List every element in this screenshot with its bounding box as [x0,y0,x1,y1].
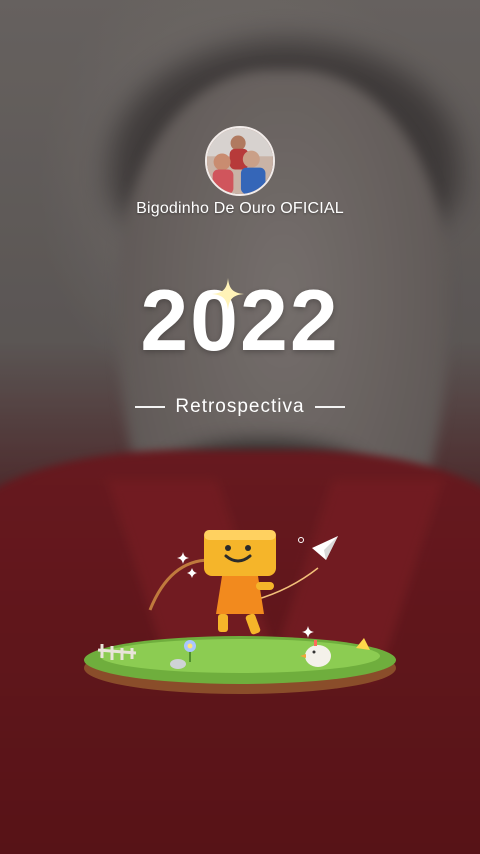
paper-plane-icon [312,536,338,560]
avatar[interactable] [205,126,275,196]
rainbow-icon [148,558,211,611]
avatar-photo [207,128,273,194]
profile-username[interactable]: Bigodinho De Ouro OFICIAL [0,200,480,218]
sparkle-small-icon [302,626,314,638]
recap-illustration [84,530,396,694]
recap-subtitle: Retrospectiva [175,396,305,417]
sparkle-small-icon [187,568,197,578]
sparkle-icon [212,278,244,310]
gem-icon [356,638,370,650]
stone-icon [170,659,186,669]
smiley-box-mascot [204,530,276,635]
sparkle-small-icon [177,552,189,564]
dot-icon [298,537,304,543]
subtitle-rule-right [314,406,345,408]
subtitle-rule-left [135,406,166,408]
island-grass-highlight [100,639,380,673]
subtitle-row: Retrospectiva [0,396,480,418]
